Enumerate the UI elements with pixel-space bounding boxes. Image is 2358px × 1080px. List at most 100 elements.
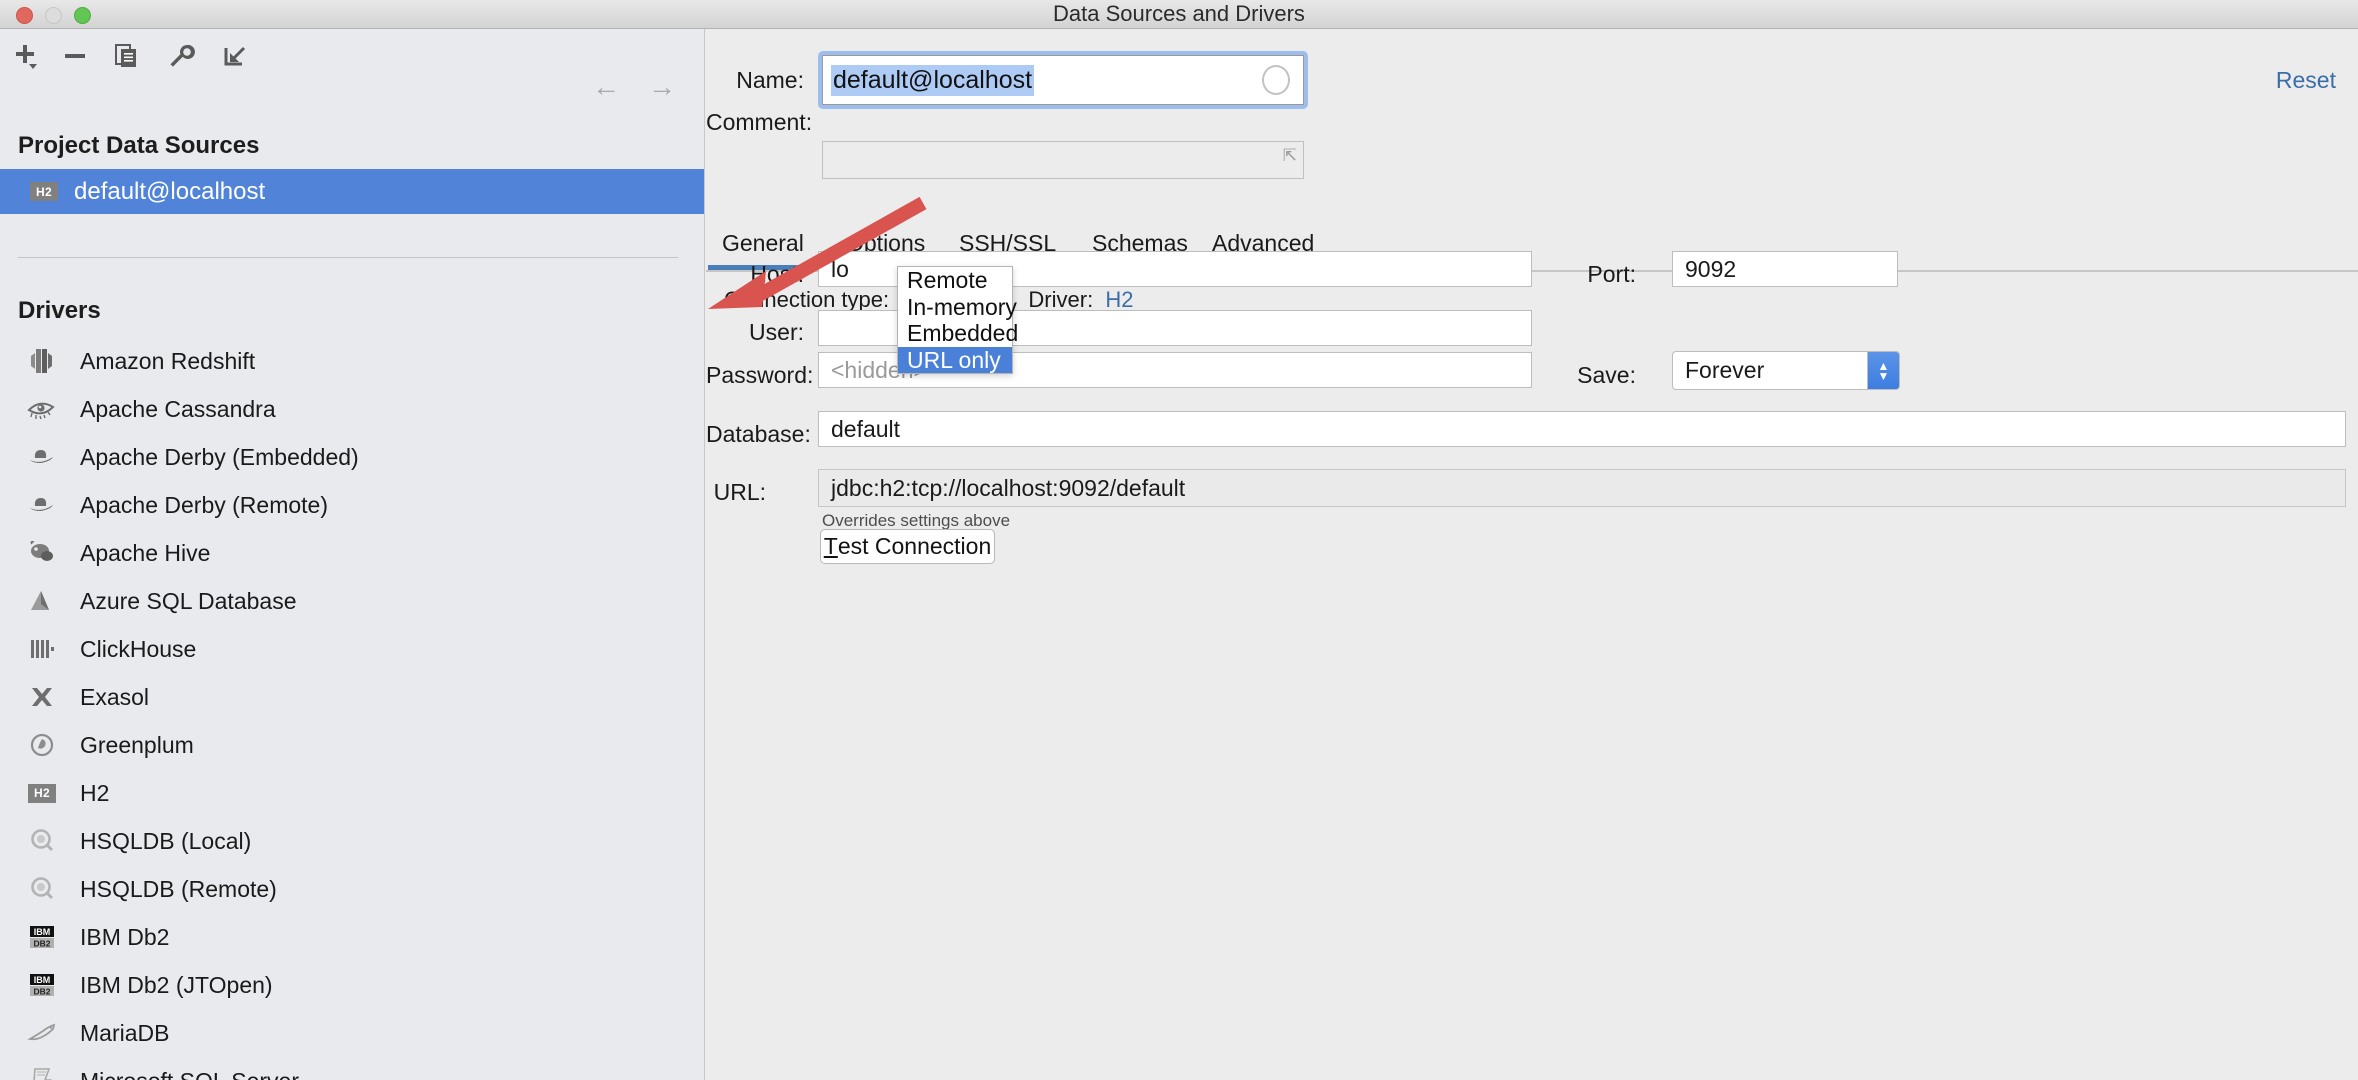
clickhouse-icon	[22, 632, 62, 666]
driver-item-greenplum[interactable]: Greenplum	[0, 721, 705, 769]
url-input-value: jdbc:h2:tcp://localhost:9092/default	[831, 475, 1185, 502]
driver-label: MariaDB	[80, 1020, 169, 1047]
url-hint: Overrides settings above	[822, 511, 1010, 531]
azure-icon	[22, 584, 62, 618]
comment-input[interactable]: ⇱	[822, 141, 1304, 179]
driver-label: Apache Derby (Embedded)	[80, 444, 359, 471]
greenplum-icon	[22, 728, 62, 762]
connection-type-dropdown[interactable]: Remote In-memory Embedded URL only	[897, 266, 1013, 374]
properties-wrench-icon[interactable]	[164, 41, 198, 71]
driver-item-ibm-db2-jtopen[interactable]: IBM DB2 IBM Db2 (JTOpen)	[0, 961, 705, 1009]
hsqldb-icon	[22, 872, 62, 906]
driver-value[interactable]: H2	[1105, 287, 1133, 312]
dropdown-option-in-memory[interactable]: In-memory	[898, 294, 1012, 321]
dropdown-option-url-only[interactable]: URL only	[898, 347, 1012, 374]
window-titlebar: Data Sources and Drivers	[0, 0, 2358, 29]
url-input[interactable]: jdbc:h2:tcp://localhost:9092/default	[818, 469, 2346, 507]
sidebar-divider	[18, 257, 678, 258]
name-input-inner[interactable]: default@localhost	[822, 55, 1304, 105]
data-sources-sidebar: ← → Project Data Sources H2 default@loca…	[0, 29, 705, 1080]
add-data-source-button[interactable]	[8, 41, 42, 71]
host-label: Host:	[706, 261, 804, 288]
comment-label: Comment:	[706, 109, 808, 136]
ibm-db2-icon: IBM DB2	[22, 920, 62, 954]
driver-item-h2[interactable]: H2 H2	[0, 769, 705, 817]
database-label: Database:	[706, 421, 810, 448]
driver-item-amazon-redshift[interactable]: Amazon Redshift	[0, 337, 705, 385]
svg-text:IBM: IBM	[34, 975, 51, 985]
window-title: Data Sources and Drivers	[0, 0, 2358, 29]
data-sources-and-drivers-window: Data Sources and Drivers	[0, 0, 2358, 1080]
cassandra-eye-icon	[22, 392, 62, 426]
driver-item-apache-cassandra[interactable]: Apache Cassandra	[0, 385, 705, 433]
driver-label: Amazon Redshift	[80, 348, 255, 375]
h2-icon: H2	[22, 776, 62, 810]
test-connection-mnemonic: T	[824, 533, 838, 560]
hsqldb-icon	[22, 824, 62, 858]
port-label: Port:	[1566, 261, 1636, 288]
driver-item-exasol[interactable]: Exasol	[0, 673, 705, 721]
database-input-value: default	[831, 416, 900, 443]
test-connection-button[interactable]: Test Connection	[820, 529, 995, 564]
name-input-value: default@localhost	[831, 65, 1034, 96]
h2-badge: H2	[28, 784, 56, 803]
remove-data-source-button[interactable]	[58, 41, 92, 71]
data-source-detail-panel: Reset Name: default@localhost Comment: ⇱…	[706, 29, 2358, 1080]
chevron-updown-icon[interactable]: ▲▼	[1867, 352, 1899, 389]
save-select[interactable]: Forever ▲▼	[1672, 351, 1900, 390]
driver-item-hsqldb-remote[interactable]: HSQLDB (Remote)	[0, 865, 705, 913]
data-source-label: default@localhost	[74, 178, 265, 206]
redshift-icon	[22, 344, 62, 378]
test-connection-label: est Connection	[838, 533, 991, 560]
name-input[interactable]: default@localhost	[818, 51, 1308, 109]
color-swatch-circle-icon[interactable]	[1262, 65, 1290, 95]
driver-label: Azure SQL Database	[80, 588, 297, 615]
save-select-value: Forever	[1673, 357, 1867, 384]
duplicate-data-source-button[interactable]	[110, 41, 144, 71]
nav-back-icon[interactable]: ←	[592, 73, 620, 101]
driver-label: Apache Hive	[80, 540, 210, 567]
driver-label: Driver:	[1028, 287, 1093, 312]
driver-item-hsqldb-local[interactable]: HSQLDB (Local)	[0, 817, 705, 865]
import-data-source-icon[interactable]	[218, 41, 252, 71]
derby-hat-icon	[22, 488, 62, 522]
mssql-icon	[22, 1064, 62, 1080]
derby-hat-icon	[22, 440, 62, 474]
drivers-header: Drivers	[18, 297, 101, 325]
data-source-item-default-localhost[interactable]: H2 default@localhost	[0, 169, 705, 214]
driver-item-apache-derby-remote[interactable]: Apache Derby (Remote)	[0, 481, 705, 529]
driver-item-microsoft-sql-server[interactable]: Microsoft SQL Server	[0, 1057, 705, 1080]
driver-label: Exasol	[80, 684, 149, 711]
navigation-arrows: ← →	[592, 73, 676, 101]
nav-forward-icon[interactable]: →	[648, 73, 676, 101]
mariadb-seal-icon	[22, 1016, 62, 1050]
user-label: User:	[706, 319, 804, 346]
driver-item-mariadb[interactable]: MariaDB	[0, 1009, 705, 1057]
url-label: URL:	[706, 479, 766, 506]
driver-item-ibm-db2[interactable]: IBM DB2 IBM Db2	[0, 913, 705, 961]
svg-text:IBM: IBM	[34, 927, 51, 937]
password-label: Password:	[706, 362, 804, 389]
port-input-value: 9092	[1685, 256, 1736, 283]
port-input[interactable]: 9092	[1672, 251, 1898, 287]
reset-link[interactable]: Reset	[2276, 67, 2336, 94]
expand-icon[interactable]: ⇱	[1283, 147, 1297, 164]
exasol-x-icon	[22, 680, 62, 714]
driver-item-azure-sql-database[interactable]: Azure SQL Database	[0, 577, 705, 625]
connection-type-label: Connection type:	[724, 287, 889, 312]
svg-text:DB2: DB2	[33, 987, 50, 997]
driver-item-apache-hive[interactable]: Apache Hive	[0, 529, 705, 577]
dropdown-option-embedded[interactable]: Embedded	[898, 320, 1012, 347]
drivers-list: Amazon Redshift Apache Cassandra	[0, 337, 705, 1080]
driver-label: Greenplum	[80, 732, 194, 759]
driver-label: H2	[80, 780, 109, 807]
database-input[interactable]: default	[818, 411, 2346, 447]
driver-item-clickhouse[interactable]: ClickHouse	[0, 625, 705, 673]
ibm-db2-icon: IBM DB2	[22, 968, 62, 1002]
driver-label: Apache Derby (Remote)	[80, 492, 328, 519]
driver-item-apache-derby-embedded[interactable]: Apache Derby (Embedded)	[0, 433, 705, 481]
dropdown-option-remote[interactable]: Remote	[898, 267, 1012, 294]
name-label: Name:	[706, 67, 804, 94]
hive-bee-icon	[22, 536, 62, 570]
host-input-value: lo	[831, 256, 849, 283]
